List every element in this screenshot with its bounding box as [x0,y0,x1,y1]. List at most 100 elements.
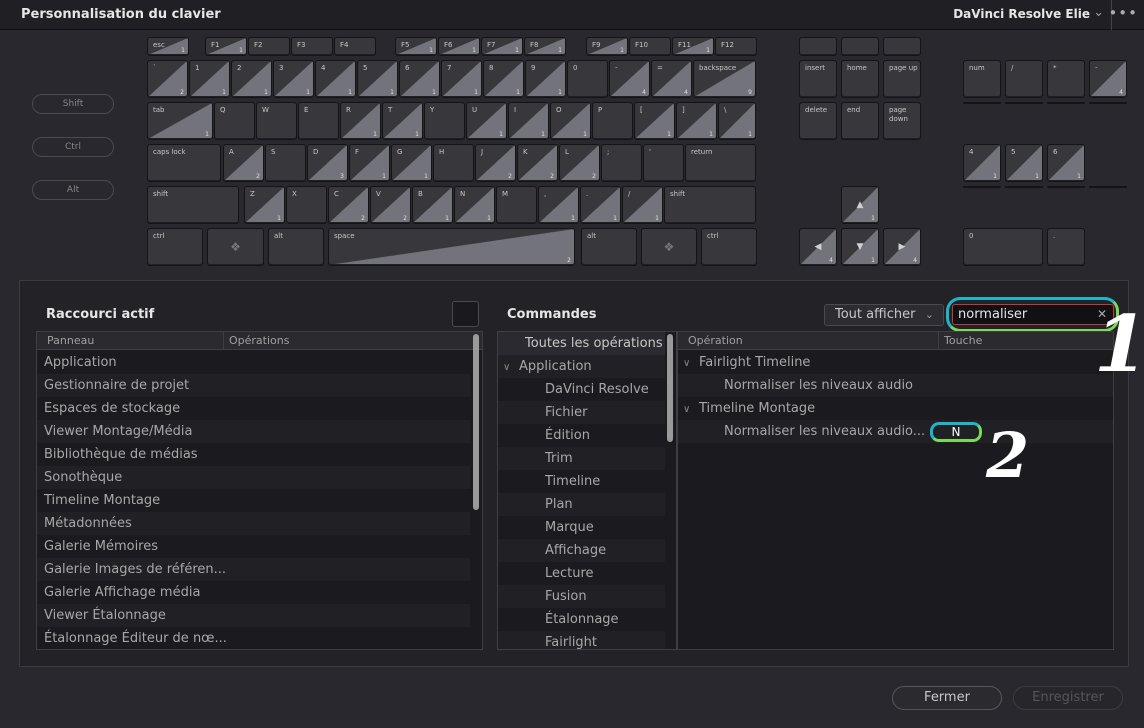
key-f5[interactable]: F5 1 [395,37,437,56]
color-swatch-button[interactable] [452,301,479,327]
key-h[interactable]: H [433,144,474,182]
key-blank[interactable]: ` 2 [147,60,188,98]
key-f6[interactable]: F6 1 [438,37,480,56]
key-f11[interactable]: F11 1 [672,37,714,56]
key-f8[interactable]: F8 1 [524,37,566,56]
save-button[interactable]: Enregistrer [1013,686,1123,710]
key-p[interactable]: P [592,102,633,140]
key-a[interactable]: A2 [223,144,264,182]
key-f[interactable]: F1 [349,144,390,182]
key-y[interactable]: Y [424,102,465,140]
key-d[interactable]: D3 [307,144,348,182]
modifier-shift-button[interactable]: Shift [32,94,114,114]
key-x[interactable]: X [286,186,327,224]
key-s[interactable]: S [265,144,306,182]
key-c[interactable]: C2 [328,186,369,224]
key-blank[interactable]: +4 [1089,102,1127,104]
key-0[interactable]: 0 [963,228,1043,266]
search-input[interactable] [958,307,1088,322]
more-options-icon[interactable]: ••• [1108,4,1138,22]
key-page-up[interactable]: page up [883,60,921,98]
key-f1[interactable]: F1 1 [205,37,247,56]
shortcut-key-badge[interactable]: N [930,422,982,442]
key-backspace[interactable]: backspace 9 [693,60,756,98]
key-shift[interactable]: shift [147,186,239,224]
key-z[interactable]: Z1 [244,186,285,224]
tree-item[interactable]: Marque [498,516,665,539]
key-esc[interactable]: esc 1 [147,37,189,56]
key-8[interactable]: 81 [1005,102,1043,104]
tree-item[interactable]: Édition [498,424,665,447]
key-delete[interactable]: delete [799,102,837,140]
table-row[interactable]: Application [37,351,470,374]
key-blank[interactable] [841,37,879,56]
tree-item[interactable]: Plan [498,493,665,516]
key-l[interactable]: L2 [559,144,600,182]
scrollbar[interactable] [473,334,479,510]
key-r[interactable]: R1 [340,102,381,140]
table-row[interactable]: Galerie Affichage média [37,581,470,604]
key-0[interactable]: 0 [567,60,608,98]
key-3[interactable]: 31 [273,60,314,98]
key-q[interactable]: Q [214,102,255,140]
table-row[interactable]: Viewer Montage/Média [37,420,470,443]
key-blank[interactable]: .1 [580,186,621,224]
key-o[interactable]: O1 [550,102,591,140]
key-blank[interactable] [883,37,921,56]
key-6[interactable]: 61 [1047,144,1085,182]
tree-item[interactable]: Fusion [498,585,665,608]
key-blank[interactable]: ❖ [641,228,697,266]
tree-item[interactable]: Fichier [498,401,665,424]
key-enter[interactable]: enter [1089,186,1127,188]
tree-item[interactable]: Lecture [498,562,665,585]
key-4[interactable]: 41 [315,60,356,98]
key-v[interactable]: V2 [370,186,411,224]
scrollbar[interactable] [667,334,673,442]
key-blank[interactable]: ▲ 1 [841,186,879,224]
key-e[interactable]: E [298,102,339,140]
key-blank[interactable]: -4 [609,60,650,98]
key-m[interactable]: M [496,186,537,224]
key-7[interactable]: 71 [963,102,1001,104]
key-space[interactable]: space 2 [328,228,575,266]
result-row[interactable]: Normaliser les niveaux audio [678,374,1113,397]
table-row[interactable]: Viewer Étalonnage [37,604,470,627]
chevron-down-icon[interactable]: ∨ [683,352,699,374]
key-blank[interactable]: ' [643,144,684,182]
table-row[interactable]: Galerie Mémoires [37,535,470,558]
tree-item[interactable]: Toutes les opérations [498,332,665,355]
key-blank[interactable]: [1 [634,102,675,140]
key-7[interactable]: 71 [441,60,482,98]
key-page-down[interactable]: page down [883,102,921,140]
key-w[interactable]: W [256,102,297,140]
table-row[interactable]: Métadonnées [37,512,470,535]
tree-item[interactable]: Étalonnage [498,608,665,631]
table-row[interactable]: Sonothèque [37,466,470,489]
modifier-ctrl-button[interactable]: Ctrl [32,137,114,157]
tree-item[interactable]: Timeline [498,470,665,493]
key-1[interactable]: 11 [963,186,1001,188]
key-blank[interactable]: ] 1 [676,102,717,140]
key-k[interactable]: K2 [517,144,558,182]
tree-item[interactable]: Trim [498,447,665,470]
key-return[interactable]: return [685,144,756,182]
col-key-header[interactable]: Touche [944,334,982,347]
key-1[interactable]: 11 [189,60,230,98]
key-3[interactable]: 31 [1047,186,1085,188]
chevron-down-icon[interactable]: ⌄ [1093,5,1104,20]
key-blank[interactable]: ▼ 1 [841,228,879,266]
tree-item[interactable]: Fairlight [498,631,665,649]
key-f2[interactable]: F2 [248,37,290,56]
key-t[interactable]: T1 [382,102,423,140]
close-button[interactable]: Fermer [892,686,1002,710]
key-blank[interactable]: ; [601,144,642,182]
key-blank[interactable]: ❖ [207,228,264,266]
key-blank[interactable]: \ 1 [718,102,756,140]
tree-item[interactable]: ∨ Application [498,355,665,378]
col-ops-header[interactable]: Opérations [229,334,289,347]
result-row[interactable]: Normaliser les niveaux audio... [678,420,1113,443]
key-9[interactable]: 91 [1047,102,1085,104]
table-row[interactable]: Espaces de stockage [37,397,470,420]
key-b[interactable]: B1 [412,186,453,224]
table-row[interactable]: Gestionnaire de projet [37,374,470,397]
